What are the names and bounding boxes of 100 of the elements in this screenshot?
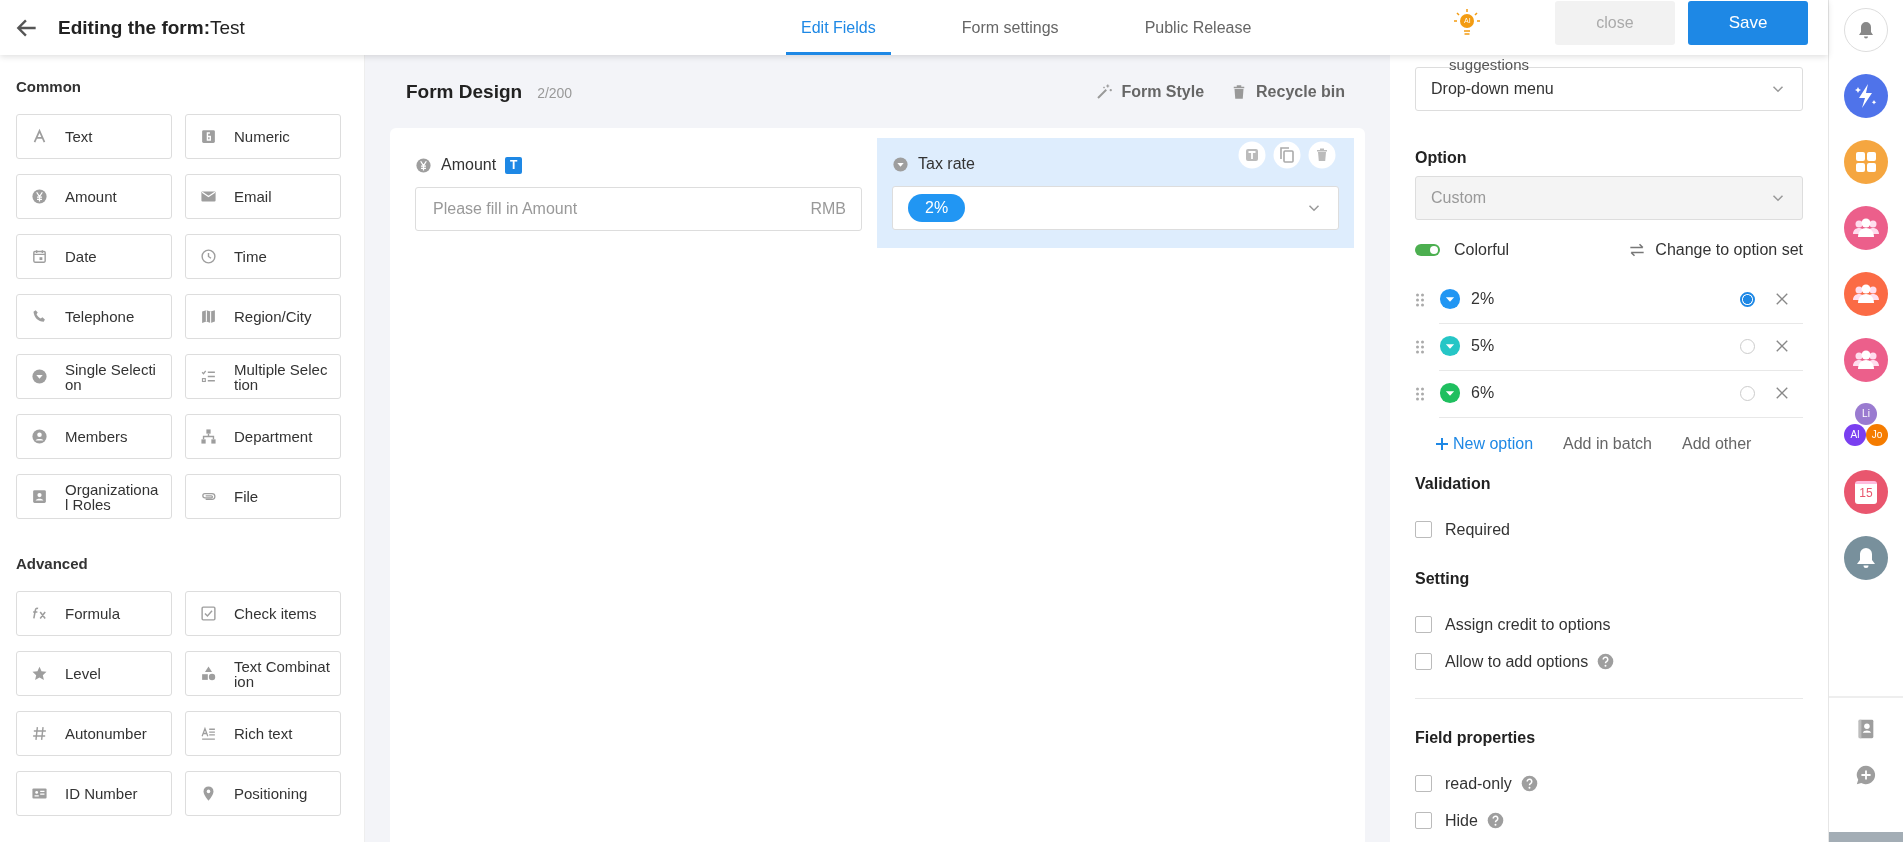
option-action-link[interactable]: Add in batch — [1563, 435, 1652, 453]
person-circle-icon — [31, 428, 48, 445]
amount-input[interactable]: Please fill in Amount — [431, 199, 811, 219]
drag-handle-icon[interactable] — [1415, 291, 1425, 308]
group-heading: Advanced — [16, 555, 89, 572]
field-type-button[interactable]: Rich text — [185, 711, 341, 756]
calendar-icon — [31, 248, 48, 265]
text-mode-icon[interactable] — [1238, 141, 1266, 169]
text-lines-icon — [200, 725, 217, 742]
field-type-button[interactable]: Text — [16, 114, 172, 159]
bell-app-icon[interactable] — [1844, 536, 1888, 580]
option-label: 6% — [1471, 384, 1495, 402]
magic-wand-icon — [1095, 82, 1114, 101]
field-type-button[interactable]: Region/City — [185, 294, 341, 339]
checkbox[interactable] — [1415, 616, 1432, 633]
lightning-app-icon[interactable] — [1844, 74, 1888, 118]
section-heading: Option — [1415, 149, 1468, 167]
field-type-button[interactable]: Multiple Selection — [185, 354, 341, 399]
toolbar-button[interactable]: Form Style — [1095, 82, 1205, 101]
unit-label: RMB — [810, 200, 846, 218]
field-label: Tax rate — [918, 155, 975, 173]
default-radio[interactable] — [1740, 291, 1755, 307]
field-count: 2/200 — [537, 85, 573, 101]
field-type-button[interactable]: Amount — [16, 174, 172, 219]
drag-handle-icon[interactable] — [1415, 338, 1425, 355]
field-type-button[interactable]: Formula — [16, 591, 172, 636]
selected-field[interactable]: Tax rate 2% — [877, 138, 1354, 248]
field-type-button[interactable]: Members — [16, 414, 172, 459]
add-chat-icon[interactable] — [1855, 764, 1877, 786]
option-color-dot[interactable] — [1439, 382, 1461, 404]
checkbox-label: Hide — [1445, 811, 1478, 830]
checkbox[interactable] — [1415, 653, 1432, 670]
option-color-dot[interactable] — [1439, 335, 1461, 357]
grid-app-icon[interactable] — [1844, 140, 1888, 184]
nav-tab[interactable]: Form settings — [946, 0, 1074, 55]
field-type-button[interactable]: Single Selection — [16, 354, 172, 399]
field-type-button[interactable]: Check items — [185, 591, 341, 636]
value-tag: 2% — [908, 194, 966, 222]
hash-icon — [31, 725, 48, 742]
field-type-button[interactable]: Autonumber — [16, 711, 172, 756]
notification-bell-icon[interactable] — [1844, 8, 1888, 52]
field-type-button[interactable]: Department — [185, 414, 341, 459]
option-action-link[interactable]: New option — [1435, 435, 1534, 453]
group-app-icon[interactable] — [1844, 272, 1888, 316]
clock-icon — [200, 248, 217, 265]
form-title: Editing the form:Test — [58, 16, 245, 39]
field-type-button[interactable]: Numeric — [185, 114, 341, 159]
yen-coin-icon — [31, 188, 48, 205]
copy-icon[interactable] — [1273, 141, 1301, 169]
field-type-button[interactable]: Email — [185, 174, 341, 219]
delete-icon[interactable] — [1308, 141, 1336, 169]
yen-coin-icon — [415, 156, 432, 174]
field-type-button[interactable]: Telephone — [16, 294, 172, 339]
group-app-icon[interactable] — [1844, 206, 1888, 250]
field-type-button[interactable]: Positioning — [185, 771, 341, 816]
colorful-toggle[interactable] — [1415, 244, 1440, 256]
field-type-button[interactable]: Date — [16, 234, 172, 279]
option-label: 5% — [1471, 337, 1495, 355]
drag-handle-icon[interactable] — [1415, 385, 1425, 402]
field-type-button[interactable]: File — [185, 474, 341, 519]
group-heading: Common — [16, 78, 82, 95]
checklist-icon — [200, 368, 217, 385]
text-type-icon — [31, 128, 48, 145]
section-heading: Field properties — [1415, 729, 1537, 747]
option-color-dot[interactable] — [1439, 288, 1461, 310]
checkbox[interactable] — [1415, 812, 1432, 829]
org-chart-icon — [200, 428, 217, 445]
phone-icon — [31, 308, 48, 325]
option-label: 2% — [1471, 290, 1495, 308]
checkbox-label: Allow to add options — [1445, 652, 1589, 671]
help-icon[interactable] — [1486, 812, 1504, 829]
field-type-button[interactable]: ID Number — [16, 771, 172, 816]
checkbox-tick-icon — [200, 605, 217, 622]
section-heading: Validation — [1415, 475, 1492, 493]
user-avatar[interactable]: Al — [1844, 424, 1866, 446]
checkbox-label: Assign credit to options — [1445, 615, 1611, 634]
option-action-link[interactable]: Add other — [1682, 435, 1752, 453]
calendar-app-icon[interactable]: 15 — [1844, 470, 1888, 514]
checkbox[interactable] — [1415, 521, 1432, 538]
field-label: Amount — [441, 156, 497, 174]
nav-tab[interactable]: Public Release — [1129, 0, 1267, 55]
map-icon — [200, 308, 217, 325]
checkbox[interactable] — [1415, 775, 1432, 792]
save-button[interactable]: Save — [1688, 1, 1808, 45]
form-field[interactable]: Amount T Please fill in Amount RMB — [415, 139, 862, 243]
shapes-icon — [200, 665, 217, 682]
toggle-label: Colorful — [1454, 241, 1510, 259]
toolbar-button[interactable]: Recycle bin — [1230, 82, 1345, 101]
dropdown-circle-icon — [892, 155, 909, 173]
group-app-icon[interactable] — [1844, 338, 1888, 382]
plus-icon — [1435, 437, 1449, 451]
field-type-button[interactable]: Time — [185, 234, 341, 279]
field-type-button[interactable]: Organizational Roles — [16, 474, 172, 519]
checkbox-label: read-only — [1445, 774, 1512, 793]
help-icon[interactable] — [1520, 775, 1538, 792]
help-icon[interactable] — [1597, 653, 1615, 670]
field-type-button[interactable]: Text Combination — [185, 651, 341, 696]
number-icon — [200, 128, 217, 145]
field-type-button[interactable]: Level — [16, 651, 172, 696]
change-option-set-link[interactable]: Change to option set — [1655, 241, 1803, 259]
